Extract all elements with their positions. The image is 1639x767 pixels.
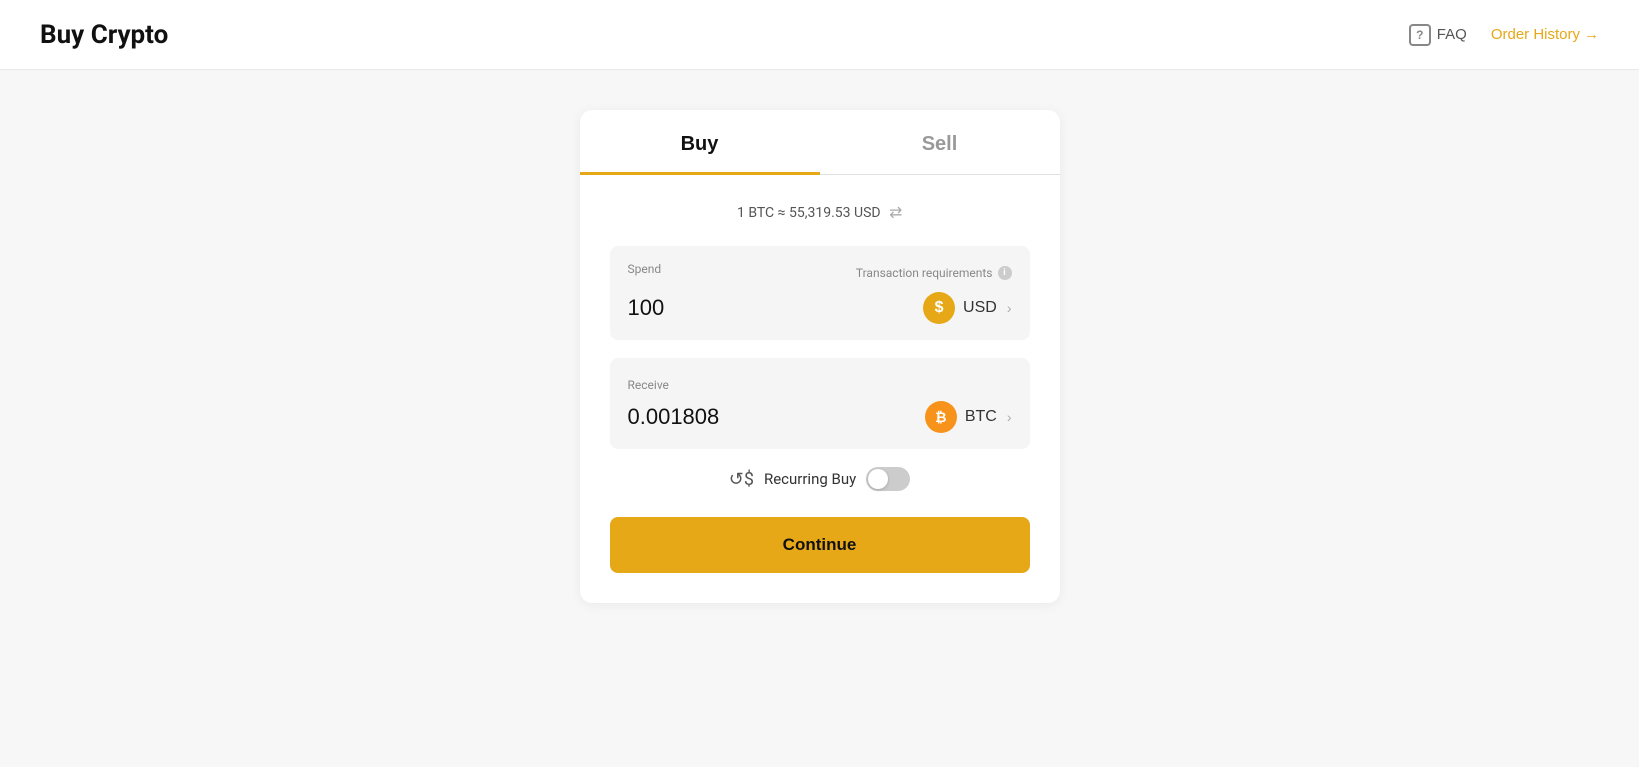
card-body: 1 BTC ≈ 55,319.53 USD ⇅ Spend Transactio…	[580, 175, 1060, 573]
faq-button[interactable]: ? FAQ	[1409, 24, 1467, 46]
tab-buy[interactable]: Buy	[580, 111, 820, 175]
faq-label: FAQ	[1437, 26, 1467, 43]
receive-box: Receive ₿ BTC ›	[610, 358, 1030, 449]
spend-chevron-icon: ›	[1007, 300, 1012, 316]
spend-currency-label: USD	[963, 299, 997, 317]
info-icon[interactable]: i	[998, 266, 1012, 280]
receive-input-row: ₿ BTC ›	[628, 401, 1012, 433]
spend-currency-selector[interactable]: $ USD ›	[923, 292, 1011, 324]
header-actions: ? FAQ Order History →	[1409, 24, 1599, 46]
usd-icon: $	[923, 292, 955, 324]
receive-currency-label: BTC	[965, 408, 997, 426]
buy-card: Buy Sell 1 BTC ≈ 55,319.53 USD ⇅ Spend T…	[580, 110, 1060, 603]
spend-amount-input[interactable]	[628, 295, 858, 321]
recurring-icon: ↺$	[729, 469, 754, 490]
exchange-rate-text: 1 BTC ≈ 55,319.53 USD	[737, 205, 881, 221]
exchange-rate: 1 BTC ≈ 55,319.53 USD ⇅	[610, 203, 1030, 222]
recurring-buy-row: ↺$ Recurring Buy	[610, 467, 1030, 491]
order-history-label: Order History	[1491, 26, 1580, 43]
btc-icon: ₿	[925, 401, 957, 433]
tx-requirements: Transaction requirements i	[856, 266, 1012, 280]
tab-sell[interactable]: Sell	[820, 111, 1060, 175]
tab-bar: Buy Sell	[580, 110, 1060, 175]
receive-currency-selector[interactable]: ₿ BTC ›	[925, 401, 1012, 433]
order-history-arrow: →	[1584, 26, 1599, 43]
recurring-buy-toggle[interactable]	[866, 467, 910, 491]
recurring-buy-label: Recurring Buy	[764, 470, 856, 488]
swap-icon[interactable]: ⇅	[886, 206, 905, 219]
spend-label: Spend	[628, 262, 662, 276]
receive-label: Receive	[628, 378, 669, 392]
page-title: Buy Crypto	[40, 20, 168, 50]
tx-req-label: Transaction requirements	[856, 266, 993, 280]
spend-input-row: $ USD ›	[628, 292, 1012, 324]
receive-chevron-icon: ›	[1007, 409, 1012, 425]
header: Buy Crypto ? FAQ Order History →	[0, 0, 1639, 70]
main-content: Buy Sell 1 BTC ≈ 55,319.53 USD ⇅ Spend T…	[0, 70, 1639, 643]
faq-icon: ?	[1409, 24, 1431, 46]
receive-amount-input[interactable]	[628, 404, 858, 430]
spend-box: Spend Transaction requirements i $ USD ›	[610, 246, 1030, 340]
continue-button[interactable]: Continue	[610, 517, 1030, 573]
order-history-button[interactable]: Order History →	[1491, 26, 1599, 43]
